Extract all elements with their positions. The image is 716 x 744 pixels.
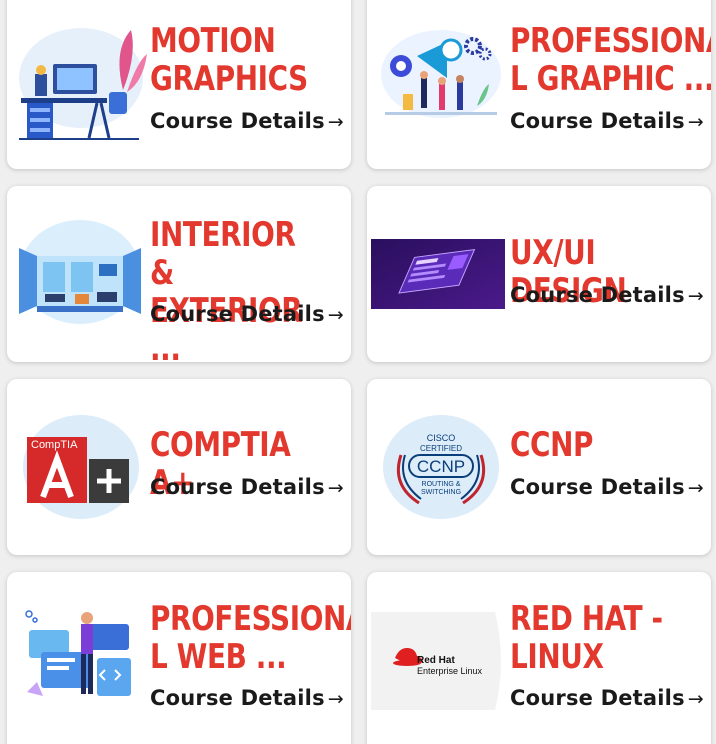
course-card-motion-graphics[interactable]: MOTION GRAPHICS Course Details →: [7, 0, 351, 169]
web-development-illustration: [25, 610, 131, 696]
arrow-right-icon: →: [327, 304, 344, 326]
interior-room-illustration: [19, 220, 141, 324]
course-card-ccnp[interactable]: CISCO CERTIFIED CCNP ROUTING & SWITCHING…: [367, 379, 711, 555]
course-details-label: Course Details: [150, 686, 325, 710]
course-title: RED HAT - LINUX: [510, 599, 663, 677]
red-hat-logo-line1: Red Hat: [417, 655, 455, 666]
course-title: PROFESSIONA L GRAPHIC ...: [510, 21, 711, 99]
red-hat-logo-line2: Enterprise Linux: [417, 666, 483, 676]
course-card-professional-web[interactable]: PROFESSIONA L WEB ... Course Details →: [7, 572, 351, 744]
course-card-ux-ui-design[interactable]: UX/UI DESIGN Course Details →: [367, 186, 711, 362]
course-details-label: Course Details: [150, 109, 325, 133]
course-title: INTERIOR & EXTERIOR ...: [150, 215, 303, 362]
arrow-right-icon: →: [687, 688, 704, 710]
course-details-label: Course Details: [510, 109, 685, 133]
arrow-right-icon: →: [327, 688, 344, 710]
ux-ui-screens-photo: [371, 239, 505, 309]
badge-ccnp-text: CCNP: [417, 457, 465, 476]
badge-switching-text: SWITCHING: [421, 489, 461, 496]
course-details-label: Course Details: [510, 475, 685, 499]
course-title: MOTION GRAPHICS: [150, 21, 308, 99]
badge-certified-text: CERTIFIED: [420, 444, 462, 453]
course-details-link[interactable]: Course Details →: [510, 109, 704, 133]
course-details-label: Course Details: [150, 302, 325, 326]
course-details-link[interactable]: Course Details →: [150, 302, 344, 326]
course-details-link[interactable]: Course Details →: [150, 475, 344, 499]
course-details-link[interactable]: Course Details →: [510, 475, 704, 499]
arrow-right-icon: →: [327, 477, 344, 499]
course-title: CCNP: [510, 425, 594, 465]
motion-graphics-illustration: [19, 28, 147, 140]
arrow-right-icon: →: [687, 111, 704, 133]
badge-cisco-text: CISCO: [427, 433, 456, 443]
course-details-link[interactable]: Course Details →: [150, 109, 344, 133]
arrow-right-icon: →: [687, 477, 704, 499]
course-title: PROFESSIONA L WEB ...: [150, 599, 351, 677]
course-details-label: Course Details: [510, 686, 685, 710]
course-details-label: Course Details: [150, 475, 325, 499]
comptia-a-plus-logo: CompTIA: [23, 415, 139, 519]
course-card-red-hat-linux[interactable]: Red Hat Enterprise Linux RED HAT - LINUX…: [367, 572, 711, 744]
course-details-link[interactable]: Course Details →: [510, 686, 704, 710]
comptia-logo-text: CompTIA: [31, 439, 78, 451]
course-card-interior-exterior[interactable]: INTERIOR & EXTERIOR ... Course Details →: [7, 186, 351, 362]
cisco-ccnp-badge: CISCO CERTIFIED CCNP ROUTING & SWITCHING: [383, 415, 499, 519]
red-hat-enterprise-linux-logo: Red Hat Enterprise Linux: [371, 612, 501, 710]
arrow-right-icon: →: [327, 111, 344, 133]
course-details-link[interactable]: Course Details →: [150, 686, 344, 710]
course-card-comptia-a-plus[interactable]: CompTIA COMPTIA A+ Course Details →: [7, 379, 351, 555]
course-card-professional-graphic[interactable]: PROFESSIONA L GRAPHIC ... Course Details…: [367, 0, 711, 169]
course-details-link[interactable]: Course Details →: [510, 283, 704, 307]
graphic-design-team-illustration: [381, 30, 501, 118]
badge-routing-text: ROUTING &: [422, 481, 461, 488]
arrow-right-icon: →: [687, 285, 704, 307]
course-details-label: Course Details: [510, 283, 685, 307]
